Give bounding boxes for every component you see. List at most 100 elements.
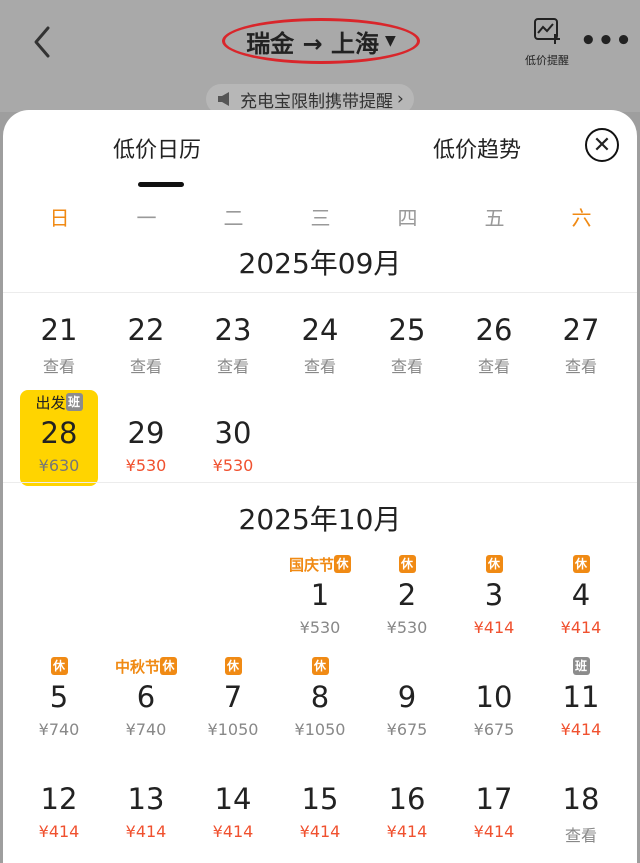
holiday-badge: 休 <box>334 555 351 573</box>
calendar-day-cell[interactable]: 休 2 ¥530 <box>368 552 446 648</box>
tab-low-price-calendar[interactable]: 低价日历 <box>113 132 201 164</box>
holiday-badge: 休 <box>311 657 329 675</box>
calendar-day-cell[interactable]: 休 5 ¥740 <box>20 654 98 750</box>
calendar-day-cell[interactable]: 15 ¥414 <box>281 756 359 852</box>
holiday-label: 出发 <box>35 393 66 412</box>
calendar-day-cell[interactable]: 休 8 ¥1050 <box>281 654 359 750</box>
day-number: 5 <box>49 680 69 714</box>
day-price: ¥1050 <box>207 720 259 739</box>
day-number: 9 <box>397 680 417 714</box>
calendar-day-cell[interactable]: 13 ¥414 <box>107 756 185 852</box>
day-price: ¥414 <box>473 618 515 637</box>
day-price: 查看 <box>564 826 597 845</box>
day-number: 14 <box>214 782 252 816</box>
day-price: ¥414 <box>299 822 341 841</box>
day-number: 25 <box>388 313 426 347</box>
day-price: ¥1050 <box>294 720 346 739</box>
month-title: 2025年10月 <box>238 503 402 536</box>
day-tag: 休 <box>20 656 98 676</box>
day-tag: 休 <box>281 656 359 676</box>
calendar-day-cell[interactable]: 国庆节休 1 ¥530 <box>281 552 359 648</box>
day-number: 30 <box>214 416 252 450</box>
day-number: 27 <box>562 313 600 347</box>
calendar-day-cell[interactable]: 29 ¥530 <box>107 390 185 486</box>
weekday-label: 三 <box>310 206 331 230</box>
low-price-alert-label: 低价提醒 <box>525 54 569 67</box>
holiday-badge: 班 <box>65 393 83 411</box>
calendar-day-cell[interactable]: 25 查看 <box>368 287 446 383</box>
dropdown-triangle-icon: ▼ <box>385 33 396 49</box>
holiday-badge: 休 <box>572 555 590 573</box>
day-number: 6 <box>136 680 156 714</box>
day-price: ¥414 <box>125 822 167 841</box>
calendar-day-cell[interactable]: 27 查看 <box>542 287 620 383</box>
calendar-day-cell[interactable]: 出发班 28 ¥630 <box>20 390 98 486</box>
holiday-label: 国庆节 <box>288 555 334 574</box>
day-number: 11 <box>562 680 600 714</box>
close-icon: ✕ <box>592 132 612 158</box>
notice-text: 充电宝限制携带提醒 <box>240 91 393 112</box>
chart-bell-icon <box>534 18 560 44</box>
calendar-day-cell[interactable]: 26 查看 <box>455 287 533 383</box>
tab-low-price-trend[interactable]: 低价趋势 <box>433 132 521 164</box>
day-price: ¥414 <box>560 618 602 637</box>
calendar-day-cell[interactable]: 17 ¥414 <box>455 756 533 852</box>
holiday-badge: 休 <box>50 657 68 675</box>
day-number: 16 <box>388 782 426 816</box>
day-price: 查看 <box>129 357 162 376</box>
day-number: 26 <box>475 313 513 347</box>
day-number: 17 <box>475 782 513 816</box>
weekday-label: 四 <box>397 206 418 230</box>
day-number: 15 <box>301 782 339 816</box>
calendar-day-cell[interactable]: 24 查看 <box>281 287 359 383</box>
calendar-day-cell[interactable]: 22 查看 <box>107 287 185 383</box>
holiday-badge: 休 <box>160 657 177 675</box>
day-number: 28 <box>40 416 78 450</box>
calendar-day-cell[interactable]: 休 4 ¥414 <box>542 552 620 648</box>
day-number: 10 <box>475 680 513 714</box>
day-tag: 休 <box>368 554 446 574</box>
day-price: ¥740 <box>125 720 167 739</box>
day-tag: 班 <box>542 656 620 676</box>
calendar-day-cell[interactable]: 班 11 ¥414 <box>542 654 620 750</box>
calendar-day-cell[interactable]: 9 ¥675 <box>368 654 446 750</box>
more-icon[interactable]: ••• <box>580 26 633 56</box>
day-price: ¥630 <box>38 456 80 475</box>
low-price-alert-button[interactable]: 低价提醒 <box>522 16 572 68</box>
day-price: ¥530 <box>299 618 341 637</box>
calendar-day-cell[interactable]: 14 ¥414 <box>194 756 272 852</box>
calendar-day-cell[interactable]: 16 ¥414 <box>368 756 446 852</box>
day-tag: 休 <box>194 656 272 676</box>
day-price: 查看 <box>303 357 336 376</box>
back-button[interactable] <box>26 20 60 64</box>
day-number: 29 <box>127 416 165 450</box>
calendar-day-cell[interactable]: 30 ¥530 <box>194 390 272 486</box>
weekday-label: 一 <box>136 206 157 230</box>
day-price: ¥675 <box>386 720 428 739</box>
calendar-day-cell[interactable]: 休 7 ¥1050 <box>194 654 272 750</box>
weekday-label: 六 <box>571 206 592 230</box>
weekday-label: 五 <box>484 206 505 230</box>
weekday-label: 日 <box>49 206 70 230</box>
divider <box>3 482 637 483</box>
route-selector[interactable]: 瑞金 → 上海 ▼ <box>222 18 420 64</box>
month-title: 2025年09月 <box>238 247 402 280</box>
calendar-day-cell[interactable]: 休 3 ¥414 <box>455 552 533 648</box>
day-tag: 休 <box>542 554 620 574</box>
calendar-day-cell[interactable]: 10 ¥675 <box>455 654 533 750</box>
day-number: 13 <box>127 782 165 816</box>
calendar-day-cell[interactable]: 21 查看 <box>20 287 98 383</box>
day-tag: 出发班 <box>20 392 98 412</box>
calendar-day-cell[interactable]: 中秋节休 6 ¥740 <box>107 654 185 750</box>
day-number: 2 <box>397 578 417 612</box>
calendar-day-cell[interactable]: 12 ¥414 <box>20 756 98 852</box>
calendar-day-cell[interactable]: 18 查看 <box>542 756 620 852</box>
calendar-sheet: 低价日历 低价趋势 ✕ 日 一 二 三 四 五 六 2025年09月 21 查看 2… <box>3 110 637 863</box>
day-price: ¥414 <box>560 720 602 739</box>
close-button[interactable]: ✕ <box>585 128 619 162</box>
calendar-day-cell[interactable]: 23 查看 <box>194 287 272 383</box>
day-price: ¥414 <box>473 822 515 841</box>
day-price: 查看 <box>216 357 249 376</box>
weekday-header: 日 一 二 三 四 五 六 <box>3 202 637 231</box>
day-number: 8 <box>310 680 330 714</box>
